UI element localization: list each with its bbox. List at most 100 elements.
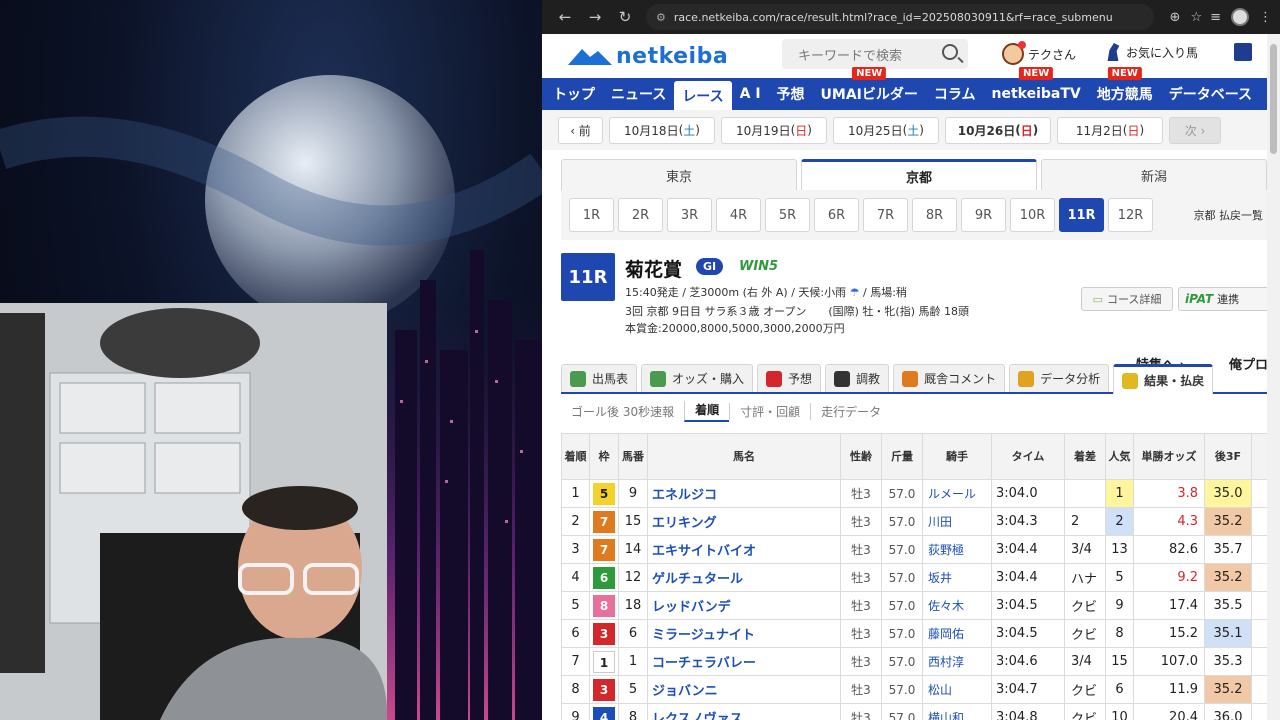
horse-name-link[interactable]: エリキング [647,507,841,536]
venue-tab-2[interactable]: 新潟 [1041,159,1267,190]
menu-icon[interactable]: ⋮ [1259,10,1272,25]
horse-name-link[interactable]: コーチェラバレー [647,647,841,676]
jockey-link[interactable]: 川田 [922,507,992,536]
sub-tab-1[interactable]: 着順 [684,400,730,422]
overflow-cell [1251,647,1267,676]
search-input[interactable]: キーワードで検索 [782,39,968,69]
horse-name-link[interactable]: ミラージュナイト [647,619,841,648]
column-header[interactable]: 着順 [561,433,590,480]
next-date-button[interactable]: 次 › [1169,116,1221,144]
favorites-link[interactable]: お気に入り馬 [1104,43,1198,61]
nav-item-5[interactable]: UMAIビルダー NEW [813,67,926,110]
site-info-icon[interactable]: ⚙ [656,11,666,24]
race-tab-4[interactable]: 厩舎コメント [893,364,1006,392]
prev-date-button[interactable]: ‹ 前 [558,116,603,144]
nav-item-6[interactable]: コラム [926,78,984,110]
course-detail-button[interactable]: ▭ コース詳細 [1081,287,1173,311]
sub-tab-0[interactable]: ゴール後 30秒速報 [561,403,684,420]
search-icon[interactable] [942,44,958,60]
column-header[interactable]: 性齢 [840,433,882,480]
media-controls-icon[interactable]: ≡ [1210,10,1221,25]
user-menu[interactable]: テクさん [1002,41,1076,65]
profile-avatar[interactable] [1231,8,1249,26]
nav-item-8[interactable]: 地方競馬 NEW [1089,67,1161,110]
jockey-link[interactable]: 坂井 [922,563,992,592]
race-button-7R[interactable]: 7R [863,198,908,232]
column-header[interactable]: 斤量 [881,433,923,480]
race-button-1R[interactable]: 1R [569,198,614,232]
column-header[interactable]: 馬番 [618,433,648,480]
jockey-link[interactable]: 松山 [922,675,992,704]
nav-item-0[interactable]: トップ [545,78,603,110]
nav-item-4[interactable]: 予想 [769,78,813,110]
race-button-4R[interactable]: 4R [716,198,761,232]
horse-name-link[interactable]: ジョバンニ [647,675,841,704]
zoom-icon[interactable]: ⊕ [1170,10,1181,25]
nav-item-1[interactable]: ニュース [603,78,674,110]
column-header[interactable]: 後3F [1204,433,1252,480]
weight-cell: 57.0 [881,563,923,592]
race-button-5R[interactable]: 5R [765,198,810,232]
user-avatar-icon [1002,41,1026,65]
jockey-link[interactable]: ルメール [922,479,992,508]
column-header[interactable]: 人気 [1105,433,1134,480]
race-button-9R[interactable]: 9R [961,198,1006,232]
race-button-8R[interactable]: 8R [912,198,957,232]
race-tab-2[interactable]: 予想 [757,364,822,392]
column-header[interactable]: タイム [991,433,1065,480]
race-tab-6[interactable]: 結果・払戻 [1113,364,1214,394]
race-button-10R[interactable]: 10R [1010,198,1055,232]
note-link[interactable] [1234,43,1252,61]
horse-name-link[interactable]: エキサイトバイオ [647,535,841,564]
race-tab-5[interactable]: データ分析 [1009,364,1110,392]
horse-name-link[interactable]: レッドバンデ [647,591,841,620]
venue-tab-0[interactable]: 東京 [561,159,797,190]
nav-item-7[interactable]: netkeibaTV NEW [983,67,1088,110]
date-0[interactable]: 10月18日(土) [609,116,715,144]
netkeiba-logo[interactable]: netkeiba [568,44,728,69]
scrollbar-thumb[interactable] [1270,44,1277,154]
race-tab-3[interactable]: 調教 [825,364,890,392]
date-2[interactable]: 10月25日(土) [833,116,939,144]
horse-name-link[interactable]: レクスノヴァス [647,703,841,720]
column-header[interactable]: 単勝オッズ [1133,433,1205,480]
nav-item-9[interactable]: データベース [1161,78,1260,110]
race-button-12R[interactable]: 12R [1108,198,1153,232]
bookmark-star-icon[interactable]: ☆ [1190,10,1202,25]
date-3[interactable]: 10月26日(日) [945,116,1051,144]
column-header[interactable]: 着差 [1064,433,1106,480]
jockey-link[interactable]: 西村淳 [922,647,992,676]
date-4[interactable]: 11月2日(日) [1057,116,1163,144]
column-header[interactable]: 騎手 [922,433,992,480]
venue-tab-1[interactable]: 京都 [801,159,1037,190]
ipat-link-button[interactable]: iPAT 連携 [1178,287,1267,311]
forward-icon[interactable]: → [580,2,610,32]
date-dow: 日 [1127,123,1140,138]
column-header[interactable]: 枠 [589,433,619,480]
jockey-link[interactable]: 横山和 [922,703,992,720]
race-tab-1[interactable]: オッズ・購入 [641,364,754,392]
jockey-link[interactable]: 佐々木 [922,591,992,620]
address-bar[interactable]: ⚙ race.netkeiba.com/race/result.html?rac… [646,4,1154,30]
horse-name-link[interactable]: ゲルチュタール [647,563,841,592]
column-header[interactable]: 馬名 [647,433,841,480]
sub-tab-2[interactable]: 寸評・回顧 [729,402,810,420]
race-button-3R[interactable]: 3R [667,198,712,232]
back-icon[interactable]: ← [550,2,580,32]
jockey-link[interactable]: 荻野極 [922,535,992,564]
race-tab-0[interactable]: 出馬表 [561,364,638,392]
reload-icon[interactable]: ↻ [610,2,640,32]
nav-item-3[interactable]: A I [732,78,769,110]
sub-tab-3[interactable]: 走行データ [810,402,891,420]
race-button-11R[interactable]: 11R [1059,198,1104,232]
race-button-6R[interactable]: 6R [814,198,859,232]
date-1[interactable]: 10月19日(日) [721,116,827,144]
time-cell: 3:04.4 [991,563,1065,592]
page-scrollbar[interactable] [1267,34,1280,720]
race-button-2R[interactable]: 2R [618,198,663,232]
horse-name-link[interactable]: エネルジコ [647,479,841,508]
payout-list-link[interactable]: 京都 払戻一覧 [1194,207,1264,223]
jockey-link[interactable]: 藤岡佑 [922,619,992,648]
waku-badge: 4 [593,706,615,720]
nav-item-2[interactable]: レース [674,81,732,110]
